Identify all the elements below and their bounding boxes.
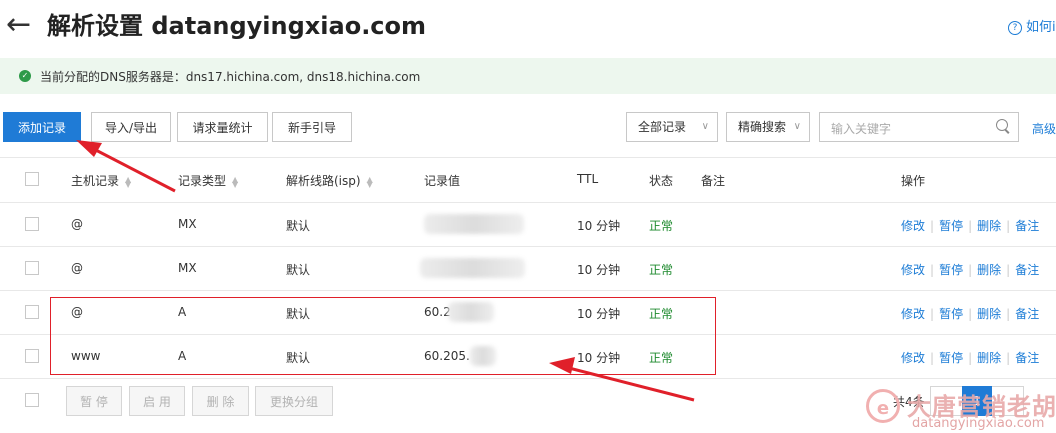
annotation-highlight-box <box>50 297 716 375</box>
row-actions: 修改 | 暂停 | 删除 | 备注 <box>901 219 1040 233</box>
search-placeholder: 输入关键字 <box>831 122 892 136</box>
col-ttl: TTL <box>577 172 599 186</box>
help-label: 如何i <box>1026 20 1056 35</box>
bulk-delete-button[interactable]: 删 除 <box>192 386 249 416</box>
request-stats-button[interactable]: 请求量统计 <box>177 112 268 142</box>
ttl-cell: 10 分钟 <box>577 219 621 233</box>
col-host[interactable]: 主机记录 ▲ ▼ <box>71 172 131 189</box>
edit-link[interactable]: 修改 <box>901 219 925 233</box>
redacted-value <box>420 258 525 278</box>
pause-link[interactable]: 暂停 <box>939 219 963 233</box>
add-record-button[interactable]: 添加记录 <box>3 112 81 142</box>
sort-icon[interactable]: ▲ ▼ <box>367 175 373 188</box>
select-all-checkbox[interactable] <box>25 172 39 186</box>
delete-link[interactable]: 删除 <box>977 263 1001 277</box>
bulk-enable-button[interactable]: 启 用 <box>129 386 185 416</box>
dns-notice-bar: ✓ 当前分配的DNS服务器是：dns17.hichina.com, dns18.… <box>0 58 1056 94</box>
watermark-logo-icon: e <box>866 389 900 423</box>
help-icon: ? <box>1008 21 1022 35</box>
host-cell: @ <box>71 217 83 231</box>
search-icon[interactable] <box>996 119 1008 131</box>
bulk-pause-button[interactable]: 暂 停 <box>66 386 122 416</box>
table-header: 主机记录 ▲ ▼ 记录类型 ▲ ▼ 解析线路(isp) ▲ ▼ 记录值 TTL 状态 备注 … <box>0 157 1056 203</box>
advanced-search-link[interactable]: 高级 <box>1032 120 1056 137</box>
row-actions: 修改 | 暂停 | 删除 | 备注 <box>901 351 1040 365</box>
back-arrow-icon[interactable]: ← <box>6 8 31 42</box>
edit-link[interactable]: 修改 <box>901 307 925 321</box>
col-type[interactable]: 记录类型 ▲ ▼ <box>178 172 238 189</box>
sort-icon[interactable]: ▲ ▼ <box>232 175 238 188</box>
delete-link[interactable]: 删除 <box>977 307 1001 321</box>
pause-link[interactable]: 暂停 <box>939 351 963 365</box>
delete-link[interactable]: 删除 <box>977 351 1001 365</box>
host-cell: @ <box>71 261 83 275</box>
line-cell: 默认 <box>286 263 311 277</box>
chevron-down-icon: ∨ <box>793 121 801 132</box>
table-row: @ MX 默认 10 分钟 正常 修改 | 暂停 | 删除 | 备注 <box>0 246 1056 291</box>
col-type-label: 记录类型 <box>178 174 227 188</box>
row-checkbox[interactable] <box>25 217 39 231</box>
row-checkbox[interactable] <box>25 349 39 363</box>
line-cell: 默认 <box>286 219 311 233</box>
beginner-guide-button[interactable]: 新手引导 <box>272 112 352 142</box>
row-actions: 修改 | 暂停 | 删除 | 备注 <box>901 307 1040 321</box>
all-records-select[interactable]: 全部记录 ∨ <box>626 112 718 142</box>
col-host-label: 主机记录 <box>71 174 120 188</box>
col-line[interactable]: 解析线路(isp) ▲ ▼ <box>286 172 373 189</box>
type-cell: MX <box>178 261 197 275</box>
col-remark: 备注 <box>701 174 726 188</box>
help-link[interactable]: ? 如何i <box>1008 16 1056 35</box>
pause-link[interactable]: 暂停 <box>939 263 963 277</box>
col-status: 状态 <box>649 174 674 188</box>
col-action: 操作 <box>901 174 926 188</box>
import-export-button[interactable]: 导入/导出 <box>91 112 171 142</box>
ttl-cell: 10 分钟 <box>577 263 621 277</box>
page-title: 解析设置 datangyingxiao.com <box>47 12 427 40</box>
remark-link[interactable]: 备注 <box>1015 351 1039 365</box>
edit-link[interactable]: 修改 <box>901 263 925 277</box>
change-group-button[interactable]: 更换分组 <box>255 386 333 416</box>
edit-link[interactable]: 修改 <box>901 351 925 365</box>
delete-link[interactable]: 删除 <box>977 219 1001 233</box>
chevron-down-icon: ∨ <box>701 121 709 132</box>
status-cell: 正常 <box>649 219 674 233</box>
sort-icon[interactable]: ▲ ▼ <box>125 175 131 188</box>
all-records-label: 全部记录 <box>638 120 687 134</box>
row-actions: 修改 | 暂停 | 删除 | 备注 <box>901 263 1040 277</box>
dns-notice-text: 当前分配的DNS服务器是：dns17.hichina.com, dns18.hi… <box>40 70 421 84</box>
redacted-value <box>424 214 524 234</box>
remark-link[interactable]: 备注 <box>1015 307 1039 321</box>
remark-link[interactable]: 备注 <box>1015 263 1039 277</box>
check-circle-icon: ✓ <box>19 70 31 82</box>
watermark-en-text: datangyingxiao.com <box>912 416 1045 431</box>
row-checkbox[interactable] <box>25 305 39 319</box>
col-line-label: 解析线路(isp) <box>286 174 361 188</box>
remark-link[interactable]: 备注 <box>1015 219 1039 233</box>
col-value: 记录值 <box>424 174 461 188</box>
table-row: @ MX 默认 10 分钟 正常 修改 | 暂停 | 删除 | 备注 <box>0 202 1056 247</box>
exact-search-label: 精确搜索 <box>738 120 787 134</box>
exact-search-select[interactable]: 精确搜索 ∨ <box>726 112 810 142</box>
row-checkbox[interactable] <box>25 261 39 275</box>
pause-link[interactable]: 暂停 <box>939 307 963 321</box>
bottom-select-all-checkbox[interactable] <box>25 393 39 407</box>
type-cell: MX <box>178 217 197 231</box>
search-input[interactable]: 输入关键字 <box>819 112 1019 142</box>
watermark: e 大唐营销老胡 datangyingxiao.com <box>862 385 1056 433</box>
status-cell: 正常 <box>649 263 674 277</box>
